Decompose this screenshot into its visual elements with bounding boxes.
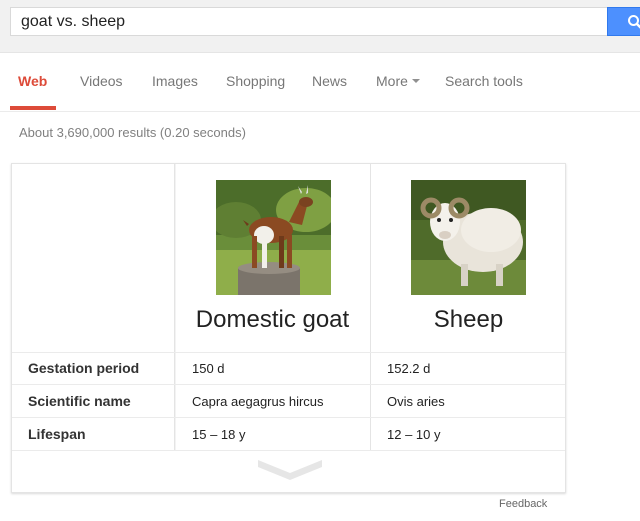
animal-column-goat[interactable]: Domestic goat	[175, 164, 370, 352]
row-divider	[12, 450, 565, 451]
goat-gestation-value: 150 d	[192, 361, 225, 376]
goat-scientific-name-value: Capra aegagrus hircus	[192, 394, 324, 409]
active-tab-indicator	[10, 106, 56, 110]
feedback-link[interactable]: Feedback	[499, 498, 547, 510]
tab-videos[interactable]: Videos	[80, 53, 123, 110]
row-divider	[12, 417, 565, 418]
search-button[interactable]	[607, 7, 640, 36]
result-stats: About 3,690,000 results (0.20 seconds)	[19, 125, 246, 140]
row-label-scientific-name: Scientific name	[28, 393, 131, 409]
comparison-card: Domestic goat Sheep Gestation period 150…	[11, 163, 566, 493]
caret-down-icon	[411, 79, 420, 84]
search-icon	[628, 15, 640, 29]
tab-search-tools[interactable]: Search tools	[445, 53, 523, 110]
row-label-lifespan: Lifespan	[28, 426, 86, 442]
row-divider	[12, 384, 565, 385]
animal-column-sheep[interactable]: Sheep	[371, 164, 566, 352]
tab-shopping[interactable]: Shopping	[226, 53, 285, 110]
tab-more-label: More	[376, 73, 408, 89]
tab-more[interactable]: More	[376, 53, 420, 110]
search-tabs: Web Videos Images Shopping News More Sea…	[0, 53, 640, 112]
tab-news[interactable]: News	[312, 53, 347, 110]
search-header	[0, 0, 640, 53]
tab-images[interactable]: Images	[152, 53, 198, 110]
tab-web[interactable]: Web	[18, 53, 47, 110]
sheep-scientific-name-value: Ovis aries	[387, 394, 445, 409]
chevron-down-icon	[258, 460, 322, 480]
sheep-name[interactable]: Sheep	[371, 306, 566, 334]
sheep-photo[interactable]	[411, 180, 526, 295]
goat-lifespan-value: 15 – 18 y	[192, 427, 246, 442]
search-input[interactable]	[10, 7, 607, 36]
sheep-gestation-value: 152.2 d	[387, 361, 431, 376]
row-label-gestation: Gestation period	[28, 360, 140, 376]
goat-photo[interactable]	[216, 180, 331, 295]
expand-button[interactable]	[258, 460, 322, 485]
sheep-lifespan-value: 12 – 10 y	[387, 427, 441, 442]
row-divider	[12, 352, 565, 353]
goat-name[interactable]: Domestic goat	[175, 306, 370, 334]
